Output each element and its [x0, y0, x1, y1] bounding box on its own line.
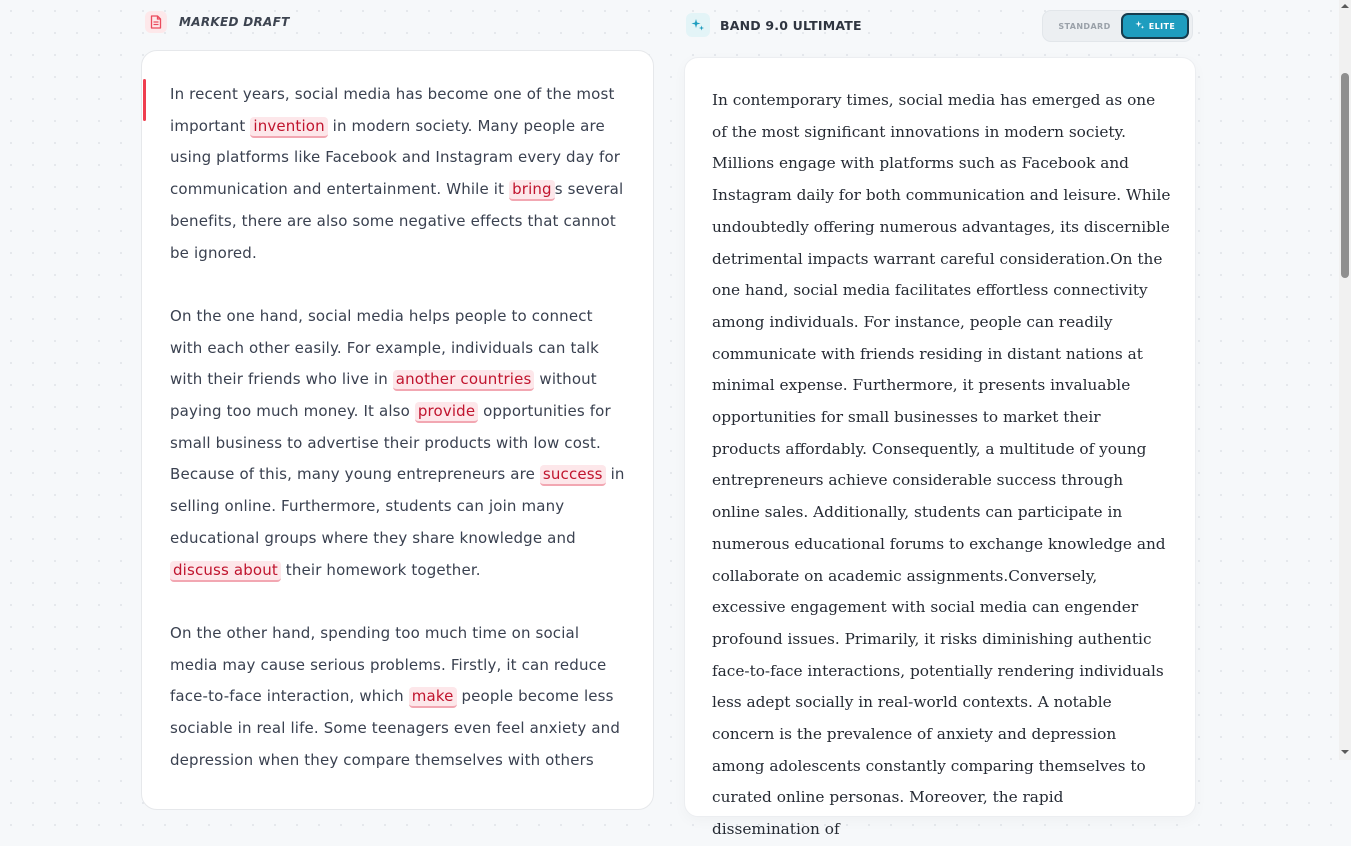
draft-text: their homework together. [280, 560, 481, 579]
active-paragraph-indicator [143, 79, 146, 121]
marked-draft-title: MARKED DRAFT [179, 15, 290, 29]
mode-toggle: STANDARD ELITE [1042, 10, 1193, 42]
marked-draft-text: In recent years, social media has become… [170, 79, 625, 808]
standard-mode-label: STANDARD [1058, 21, 1111, 31]
document-icon [145, 11, 167, 33]
error-highlight[interactable]: discuss about [170, 560, 281, 582]
error-highlight[interactable]: make [408, 687, 457, 709]
error-highlight[interactable]: success [539, 465, 606, 487]
draft-paragraph: On the other hand, spending too much tim… [170, 618, 625, 777]
elite-mode-button[interactable]: ELITE [1121, 13, 1189, 39]
error-highlight[interactable]: another countries [392, 370, 535, 392]
band-title: BAND 9.0 ULTIMATE [720, 17, 862, 33]
error-highlight[interactable]: bring [509, 180, 555, 202]
scroll-down-arrow-icon[interactable] [1341, 748, 1349, 756]
band-header: BAND 9.0 ULTIMATE [686, 13, 862, 37]
scrollbar-thumb[interactable] [1341, 73, 1349, 278]
sparkle-icon [1135, 20, 1145, 32]
sparkle-icon [686, 13, 710, 37]
scroll-up-arrow-icon[interactable] [1341, 2, 1349, 10]
standard-mode-button[interactable]: STANDARD [1047, 15, 1122, 37]
marked-draft-header: MARKED DRAFT [145, 11, 290, 33]
draft-paragraph: In recent years, social media has become… [170, 79, 625, 269]
draft-paragraph: On the one hand, social media helps peop… [170, 301, 625, 586]
band-ultimate-text: In contemporary times, social media has … [712, 91, 1171, 839]
elite-mode-label: ELITE [1148, 21, 1176, 31]
error-highlight[interactable]: invention [250, 116, 328, 138]
error-highlight[interactable]: provide [414, 402, 479, 424]
